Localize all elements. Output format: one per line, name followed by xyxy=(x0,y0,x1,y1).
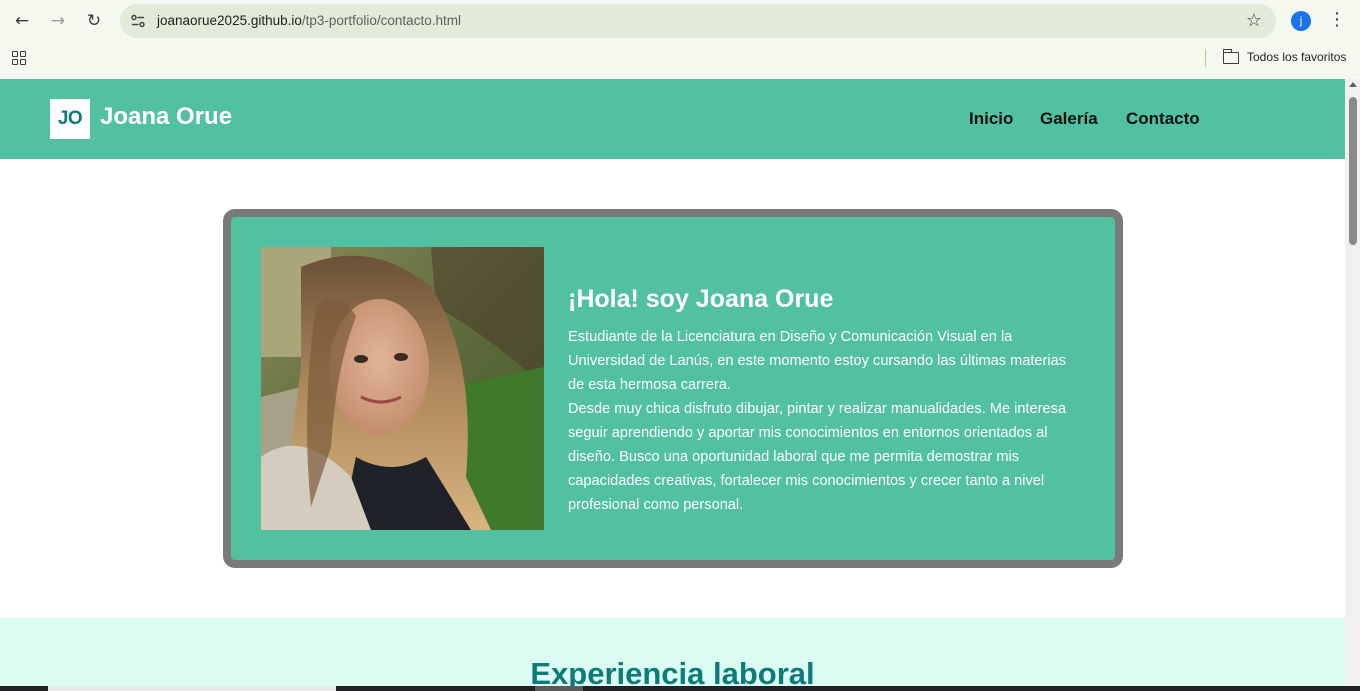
site-info-icon[interactable] xyxy=(130,13,146,29)
taskbar-window-thumb xyxy=(48,686,336,691)
intro-paragraph-1: Estudiante de la Licenciatura en Diseño … xyxy=(568,329,1067,393)
nav-link-inicio[interactable]: Inicio xyxy=(969,109,1013,129)
address-bar[interactable]: joanaorue2025.github.io/tp3-portfolio/co… xyxy=(120,4,1276,38)
scroll-thumb[interactable] xyxy=(1349,97,1357,245)
bookmarks-folder-label[interactable]: Todos los favoritos xyxy=(1247,50,1346,64)
kebab-menu-icon[interactable]: ⋮ xyxy=(1328,9,1346,30)
profile-photo xyxy=(261,247,544,530)
scroll-up-arrow-icon[interactable] xyxy=(1349,82,1357,87)
intro-paragraph-2: Desde muy chica disfruto dibujar, pintar… xyxy=(568,401,1067,513)
intro-card: ¡Hola! soy Joana Orue Estudiante de la L… xyxy=(223,209,1123,568)
logo[interactable]: JO xyxy=(50,99,90,139)
bookmark-star-icon[interactable]: ☆ xyxy=(1246,10,1262,31)
url-host: joanaorue2025.github.io xyxy=(157,13,302,28)
nav-link-galeria[interactable]: Galería xyxy=(1040,109,1098,129)
brand-name[interactable]: Joana Orue xyxy=(100,103,232,131)
browser-toolbar: ← → ↻ joanaorue2025.github.io/tp3-portfo… xyxy=(0,0,1360,79)
experience-section: Experiencia laboral xyxy=(0,618,1345,691)
folder-icon[interactable] xyxy=(1222,49,1239,64)
url-text[interactable]: joanaorue2025.github.io/tp3-portfolio/co… xyxy=(157,13,461,28)
bookmarks-divider xyxy=(1205,49,1206,67)
reload-icon[interactable]: ↻ xyxy=(81,8,107,34)
forward-arrow-icon[interactable]: → xyxy=(45,8,71,34)
site-header: JO Joana Orue Inicio Galería Contacto xyxy=(0,79,1345,159)
nav-link-contacto[interactable]: Contacto xyxy=(1126,109,1200,129)
intro-text: Estudiante de la Licenciatura en Diseño … xyxy=(568,325,1068,517)
taskbar-window-thumb xyxy=(535,686,583,691)
profile-avatar[interactable]: j xyxy=(1291,11,1311,31)
taskbar-strip xyxy=(0,686,1360,691)
intro-title: ¡Hola! soy Joana Orue xyxy=(568,285,834,313)
url-path: /tp3-portfolio/contacto.html xyxy=(301,13,461,28)
page-viewport: JO Joana Orue Inicio Galería Contacto ¡H… xyxy=(0,79,1345,691)
page-scrollbar[interactable] xyxy=(1345,79,1360,691)
apps-grid-icon[interactable] xyxy=(12,51,26,65)
back-arrow-icon[interactable]: ← xyxy=(9,8,35,34)
